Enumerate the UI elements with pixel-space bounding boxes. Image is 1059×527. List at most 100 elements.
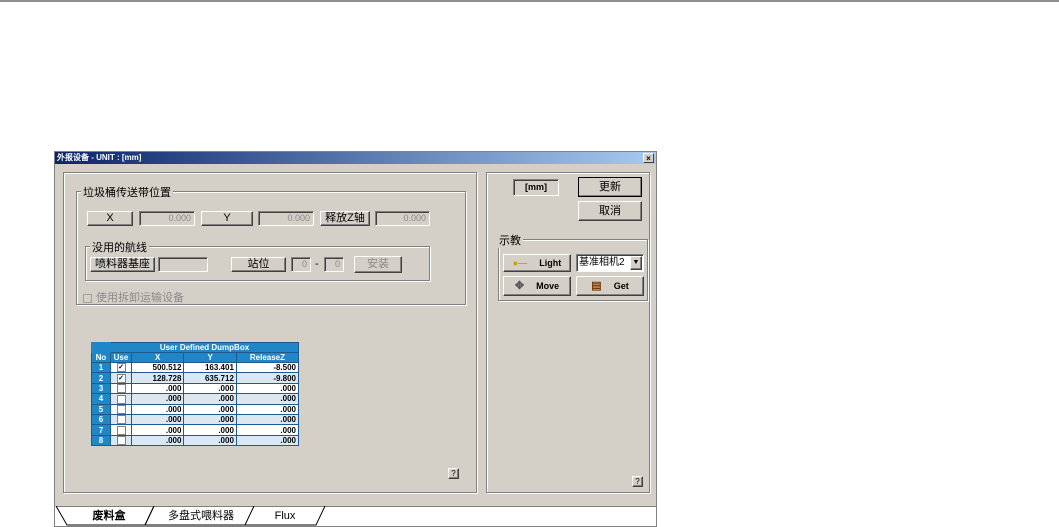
table-corner xyxy=(91,342,111,353)
row-y[interactable]: 635.712 xyxy=(183,372,237,384)
help-button-right[interactable]: ? xyxy=(632,476,643,487)
use-checkbox[interactable] xyxy=(116,425,126,435)
row-use-cell[interactable] xyxy=(110,424,132,436)
help-button-main[interactable]: ? xyxy=(448,468,459,479)
table-row[interactable]: 2 ✓ 128.728 635.712 -9.800 xyxy=(91,372,300,384)
table-row[interactable]: 6 .000 .000 .000 xyxy=(91,413,300,426)
row-y[interactable]: .000 xyxy=(183,424,237,436)
move-button[interactable]: ✥ Move xyxy=(503,276,571,296)
table-row[interactable]: 7 .000 .000 .000 xyxy=(91,424,300,436)
row-no: 5 xyxy=(91,403,111,415)
right-panel: [mm] 更新 取消 示教 ●— Light 基准相机2 ▼ ✥ Move ▤ Get… xyxy=(486,172,650,493)
get-button[interactable]: ▤ Get xyxy=(576,276,644,296)
row-use-cell[interactable] xyxy=(110,403,132,415)
station-to-field[interactable]: 0 xyxy=(324,257,344,272)
row-no: 6 xyxy=(91,413,111,426)
row-x[interactable]: 500.512 xyxy=(130,361,185,374)
use-unloader-box[interactable] xyxy=(83,293,92,303)
use-checkbox[interactable] xyxy=(116,394,126,404)
y-value-field[interactable]: 0.000 xyxy=(258,211,314,226)
row-x[interactable]: .000 xyxy=(130,403,185,415)
camera-select[interactable]: 基准相机2 ▼ xyxy=(576,254,644,272)
row-x[interactable]: .000 xyxy=(130,434,185,447)
use-unloader-checkbox[interactable]: 使用拆卸运输设备 xyxy=(83,289,184,305)
move-arrows-icon: ✥ xyxy=(514,280,525,292)
teach-group: 示教 ●— Light 基准相机2 ▼ ✥ Move ▤ Get xyxy=(497,232,648,301)
update-button[interactable]: 更新 xyxy=(578,177,642,197)
x-caption: X xyxy=(87,211,133,226)
cancel-button[interactable]: 取消 xyxy=(578,201,642,221)
route-group-title: 没用的航线 xyxy=(90,239,149,255)
row-x[interactable]: 128.728 xyxy=(130,372,185,384)
table-row[interactable]: 3 .000 .000 .000 xyxy=(91,382,300,395)
row-y[interactable]: .000 xyxy=(183,413,237,426)
row-use-cell[interactable] xyxy=(110,434,132,447)
window-title: 外报设备 - UNIT : [mm] xyxy=(57,153,142,162)
row-releasez[interactable]: .000 xyxy=(235,413,300,426)
row-use-cell[interactable] xyxy=(110,382,132,395)
base-field[interactable] xyxy=(158,257,208,272)
dump-position-group: 垃圾桶传送带位置 X 0.000 Y 0.000 释放Z轴 0.000 没用的航… xyxy=(76,184,466,305)
get-robot-icon: ▤ xyxy=(591,280,602,292)
use-checkbox[interactable]: ✓ xyxy=(116,363,126,373)
close-button[interactable]: × xyxy=(643,153,654,163)
table-row[interactable]: 4 .000 .000 .000 xyxy=(91,393,300,405)
use-checkbox[interactable] xyxy=(116,404,126,414)
row-x[interactable]: .000 xyxy=(130,424,185,436)
row-no: 2 xyxy=(91,372,111,384)
row-releasez[interactable]: -9.800 xyxy=(235,372,300,384)
station-from-field[interactable]: 0 xyxy=(291,257,311,272)
tab-dumpbox[interactable]: 废料盒 xyxy=(70,506,148,526)
row-y[interactable]: .000 xyxy=(183,403,237,415)
use-checkbox[interactable]: ✓ xyxy=(116,373,126,383)
row-releasez[interactable]: .000 xyxy=(235,403,300,415)
dump-position-title: 垃圾桶传送带位置 xyxy=(81,184,173,200)
peripheral-dialog: 外报设备 - UNIT : [mm] × 垃圾桶传送带位置 X 0.000 Y … xyxy=(54,151,657,527)
release-z-field[interactable]: 0.000 xyxy=(375,211,430,226)
tab-flux[interactable]: Flux xyxy=(251,506,319,526)
title-bar: 外报设备 - UNIT : [mm] × xyxy=(55,152,656,164)
row-releasez[interactable]: -8.500 xyxy=(235,361,300,374)
light-button[interactable]: ●— Light xyxy=(503,254,571,272)
row-use-cell[interactable]: ✓ xyxy=(110,372,132,384)
row-y[interactable]: .000 xyxy=(183,382,237,395)
row-use-cell[interactable] xyxy=(110,393,132,405)
row-y[interactable]: .000 xyxy=(183,393,237,405)
install-button[interactable]: 安装 xyxy=(354,256,402,273)
station-caption: 站位 xyxy=(231,257,286,272)
dumpbox-table: User Defined DumpBox No Use X Y ReleaseZ… xyxy=(91,342,300,447)
row-no: 4 xyxy=(91,393,111,405)
unit-label: [mm] xyxy=(513,179,559,196)
row-releasez[interactable]: .000 xyxy=(235,434,300,447)
use-checkbox[interactable] xyxy=(116,384,126,394)
use-checkbox[interactable] xyxy=(116,436,126,446)
row-use-cell[interactable] xyxy=(110,413,132,426)
row-use-cell[interactable]: ✓ xyxy=(110,361,132,374)
use-unloader-label: 使用拆卸运输设备 xyxy=(96,292,184,304)
get-button-label: Get xyxy=(613,281,629,291)
row-y[interactable]: .000 xyxy=(183,434,237,447)
use-checkbox[interactable] xyxy=(116,415,126,425)
chevron-down-icon[interactable]: ▼ xyxy=(630,256,642,270)
row-x[interactable]: .000 xyxy=(130,382,185,395)
col-use: Use xyxy=(110,352,132,363)
row-releasez[interactable]: .000 xyxy=(235,424,300,436)
top-divider xyxy=(0,0,1059,2)
row-releasez[interactable]: .000 xyxy=(235,382,300,395)
base-caption: 喷料器基座 xyxy=(90,257,155,272)
row-x[interactable]: .000 xyxy=(130,393,185,405)
x-value-field[interactable]: 0.000 xyxy=(139,211,195,226)
col-releasez: ReleaseZ xyxy=(235,352,300,363)
table-row[interactable]: 5 .000 .000 .000 xyxy=(91,403,300,415)
row-releasez[interactable]: .000 xyxy=(235,393,300,405)
release-z-caption: 释放Z轴 xyxy=(320,211,370,226)
teach-group-title: 示教 xyxy=(497,232,523,248)
table-title: User Defined DumpBox xyxy=(110,342,299,353)
tab-tray-feeder[interactable]: 多盘式喂料器 xyxy=(153,506,249,526)
row-no: 1 xyxy=(91,361,111,374)
table-row[interactable]: 8 .000 .000 .000 xyxy=(91,434,300,447)
row-y[interactable]: 163.401 xyxy=(183,361,237,374)
table-row[interactable]: 1 ✓ 500.512 163.401 -8.500 xyxy=(91,361,300,374)
camera-select-value: 基准相机2 xyxy=(579,257,625,268)
row-x[interactable]: .000 xyxy=(130,413,185,426)
